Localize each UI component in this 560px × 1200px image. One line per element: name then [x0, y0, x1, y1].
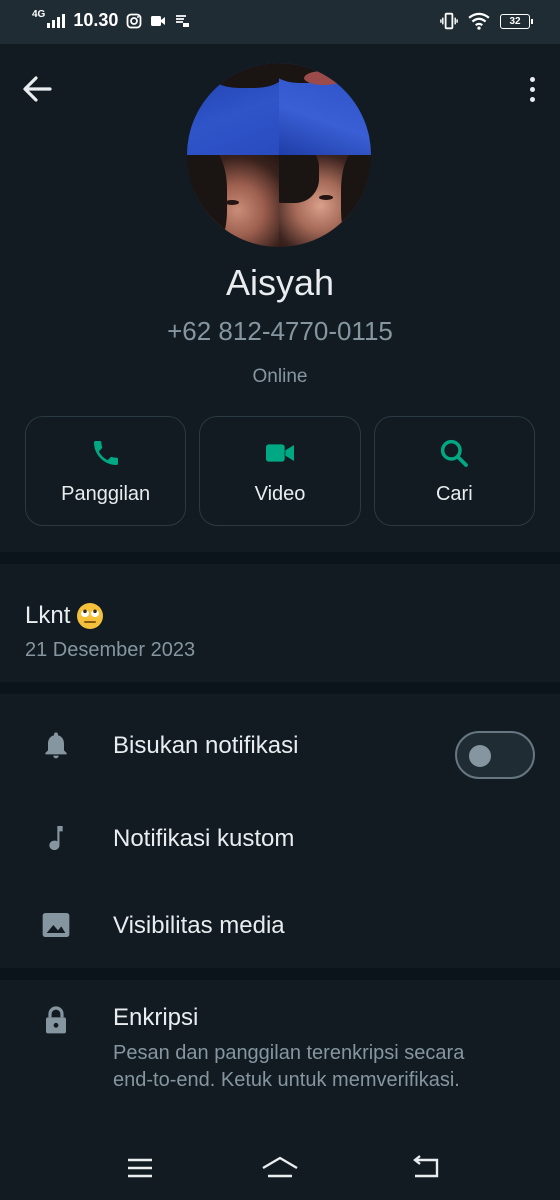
- video-icon: [265, 443, 294, 462]
- more-options-icon[interactable]: [526, 72, 538, 106]
- wifi-icon: [468, 12, 490, 30]
- about-text: Lknt: [25, 602, 71, 629]
- network-type: 4G: [32, 9, 46, 20]
- call-label: Panggilan: [61, 482, 151, 505]
- vibrate-icon: [440, 12, 458, 30]
- music-note-icon: [49, 826, 63, 850]
- battery-icon: 32: [500, 13, 533, 29]
- video-label: Video: [254, 482, 306, 505]
- section-divider: [0, 552, 560, 564]
- back-nav-icon[interactable]: [405, 1150, 445, 1186]
- contact-status: Online: [252, 366, 308, 387]
- avatar-photo-2: [279, 63, 371, 155]
- mute-notifications-label: Bisukan notifikasi: [113, 732, 299, 759]
- home-icon[interactable]: [258, 1150, 302, 1186]
- video-call-button[interactable]: Video: [199, 416, 361, 526]
- encryption-row[interactable]: Enkripsi Pesan dan panggilan terenkripsi…: [0, 980, 560, 1136]
- custom-notifications-label: Notifikasi kustom: [113, 825, 295, 852]
- section-divider: [0, 968, 560, 980]
- phone-icon: [93, 440, 118, 465]
- search-icon: [441, 439, 469, 467]
- search-button[interactable]: Cari: [373, 416, 535, 526]
- lock-icon: [46, 1006, 66, 1034]
- recent-apps-icon[interactable]: [120, 1150, 160, 1186]
- contact-name: Aisyah: [225, 262, 335, 303]
- action-buttons: Panggilan Video Cari: [25, 416, 535, 526]
- avatar[interactable]: [187, 63, 371, 247]
- about-date: 21 Desember 2023: [25, 639, 196, 661]
- notification-stack-icon: [176, 14, 190, 27]
- status-bar: 4G 10.30 32: [0, 0, 560, 44]
- encryption-title: Enkripsi: [113, 1004, 199, 1031]
- video-notification-icon: [151, 15, 166, 26]
- about-text-row: Lknt: [25, 602, 104, 630]
- avatar-photo-3: [187, 155, 279, 247]
- avatar-photo-1: [187, 63, 279, 155]
- media-visibility-label: Visibilitas media: [113, 912, 285, 939]
- eye-roll-emoji-icon: [77, 603, 104, 629]
- image-icon: [42, 913, 70, 937]
- section-divider: [0, 682, 560, 694]
- profile-header: Aisyah +62 812-4770-0115 Online Panggila…: [0, 44, 560, 552]
- media-visibility-row[interactable]: Visibilitas media: [0, 885, 560, 965]
- instagram-icon: [126, 13, 142, 28]
- bell-icon: [45, 732, 67, 759]
- mute-notifications-row[interactable]: Bisukan notifikasi: [0, 705, 560, 785]
- status-time: 10.30: [73, 10, 119, 30]
- avatar-photo-4: [279, 155, 371, 247]
- mute-toggle[interactable]: [455, 731, 535, 779]
- custom-notifications-row[interactable]: Notifikasi kustom: [0, 798, 560, 878]
- status-left: 4G 10.30: [32, 9, 190, 31]
- notification-settings: Bisukan notifikasi Notifikasi kustom Vis…: [0, 694, 560, 968]
- search-label: Cari: [435, 482, 473, 505]
- signal-icon: [47, 13, 66, 28]
- back-arrow-icon[interactable]: [20, 72, 54, 106]
- call-button[interactable]: Panggilan: [25, 416, 187, 526]
- about-section[interactable]: Lknt 21 Desember 2023: [0, 564, 560, 682]
- contact-phone: +62 812-4770-0115: [167, 316, 393, 346]
- toggle-knob: [469, 745, 491, 767]
- status-right: 32: [440, 12, 533, 30]
- encryption-description: Pesan dan panggilan terenkripsi secara e…: [113, 1042, 465, 1091]
- system-nav-bar: [0, 1136, 560, 1200]
